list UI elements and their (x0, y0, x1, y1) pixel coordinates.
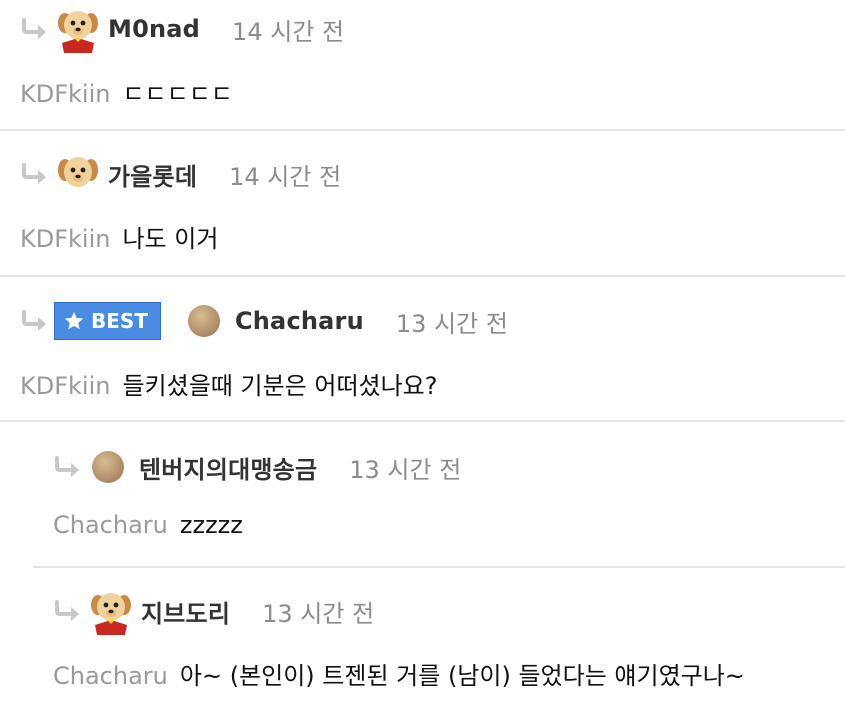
comment-body: Chacharu zzzzz (53, 511, 243, 539)
comment-mention[interactable]: KDFkiin (20, 80, 110, 108)
comment-mention[interactable]: Chacharu (53, 662, 168, 690)
tan-dot-avatar[interactable] (91, 450, 125, 484)
comment-header: 텐버지의대맹송금 13 시간 전 (53, 442, 461, 492)
comment-text: 들키셨을때 기분은 어떠셨나요? (122, 372, 438, 400)
comment-body: KDFkiin 나도 이거 (20, 219, 218, 254)
reply-arrow-icon (53, 456, 83, 478)
best-badge: BEST (54, 302, 161, 340)
comment-nickname[interactable]: 가을롯데 (108, 157, 197, 192)
comment-item-nested: 텐버지의대맹송금 13 시간 전 Chacharu zzzzz (0, 422, 845, 566)
comment-nickname[interactable]: M0nad (108, 15, 200, 43)
comment-body: Chacharu 아~ (본인이) 트젠된 거를 (남이) 들었다는 얘기였구나~ (53, 656, 745, 691)
comment-text: ㄷㄷㄷㄷㄷ (122, 80, 233, 108)
comment-item: M0nad 14 시간 전 KDFkiin ㄷㄷㄷㄷㄷ (0, 0, 845, 130)
comment-header: 지브도리 13 시간 전 (53, 586, 374, 636)
reply-arrow-icon (20, 163, 50, 185)
comment-text: 아~ (본인이) 트젠된 거를 (남이) 들었다는 얘기였구나~ (179, 662, 745, 690)
comment-nickname[interactable]: Chacharu (235, 307, 364, 335)
comment-body: KDFkiin 들키셨을때 기분은 어떠셨나요? (20, 366, 438, 401)
comment-header: M0nad 14 시간 전 (20, 4, 344, 54)
comment-mention[interactable]: Chacharu (53, 511, 168, 539)
comment-time: 13 시간 전 (349, 455, 462, 484)
tan-dot-avatar[interactable] (187, 304, 221, 338)
comment-body: KDFkiin ㄷㄷㄷㄷㄷ (20, 74, 233, 109)
comment-time: 14 시간 전 (232, 17, 345, 46)
puppy-avatar[interactable] (87, 587, 135, 635)
comment-item-nested: 지브도리 13 시간 전 Chacharu 아~ (본인이) 트젠된 거를 (남이… (0, 568, 845, 703)
comment-header: BEST Chacharu 13 시간 전 (20, 296, 508, 346)
puppy-avatar[interactable] (54, 5, 102, 53)
reply-arrow-icon (20, 18, 50, 40)
comment-text: 나도 이거 (122, 225, 219, 253)
comment-item-best: BEST Chacharu 13 시간 전 KDFkiin 들키셨을때 기분은 어… (0, 277, 845, 421)
comment-mention[interactable]: KDFkiin (20, 372, 110, 400)
best-badge-label: BEST (91, 309, 148, 333)
comment-item: 가을롯데 14 시간 전 KDFkiin 나도 이거 (0, 131, 845, 275)
comment-time: 14 시간 전 (229, 162, 342, 191)
comment-time: 13 시간 전 (262, 599, 375, 628)
comment-nickname[interactable]: 지브도리 (141, 594, 230, 629)
puppy-avatar[interactable] (54, 150, 102, 198)
comment-time: 13 시간 전 (395, 309, 508, 338)
comment-nickname[interactable]: 텐버지의대맹송금 (139, 450, 317, 485)
comment-header: 가을롯데 14 시간 전 (20, 149, 341, 199)
comment-mention[interactable]: KDFkiin (20, 225, 110, 253)
comment-text: zzzzz (179, 511, 243, 539)
reply-arrow-icon (53, 600, 83, 622)
reply-arrow-icon (20, 310, 50, 332)
star-icon (64, 311, 84, 330)
